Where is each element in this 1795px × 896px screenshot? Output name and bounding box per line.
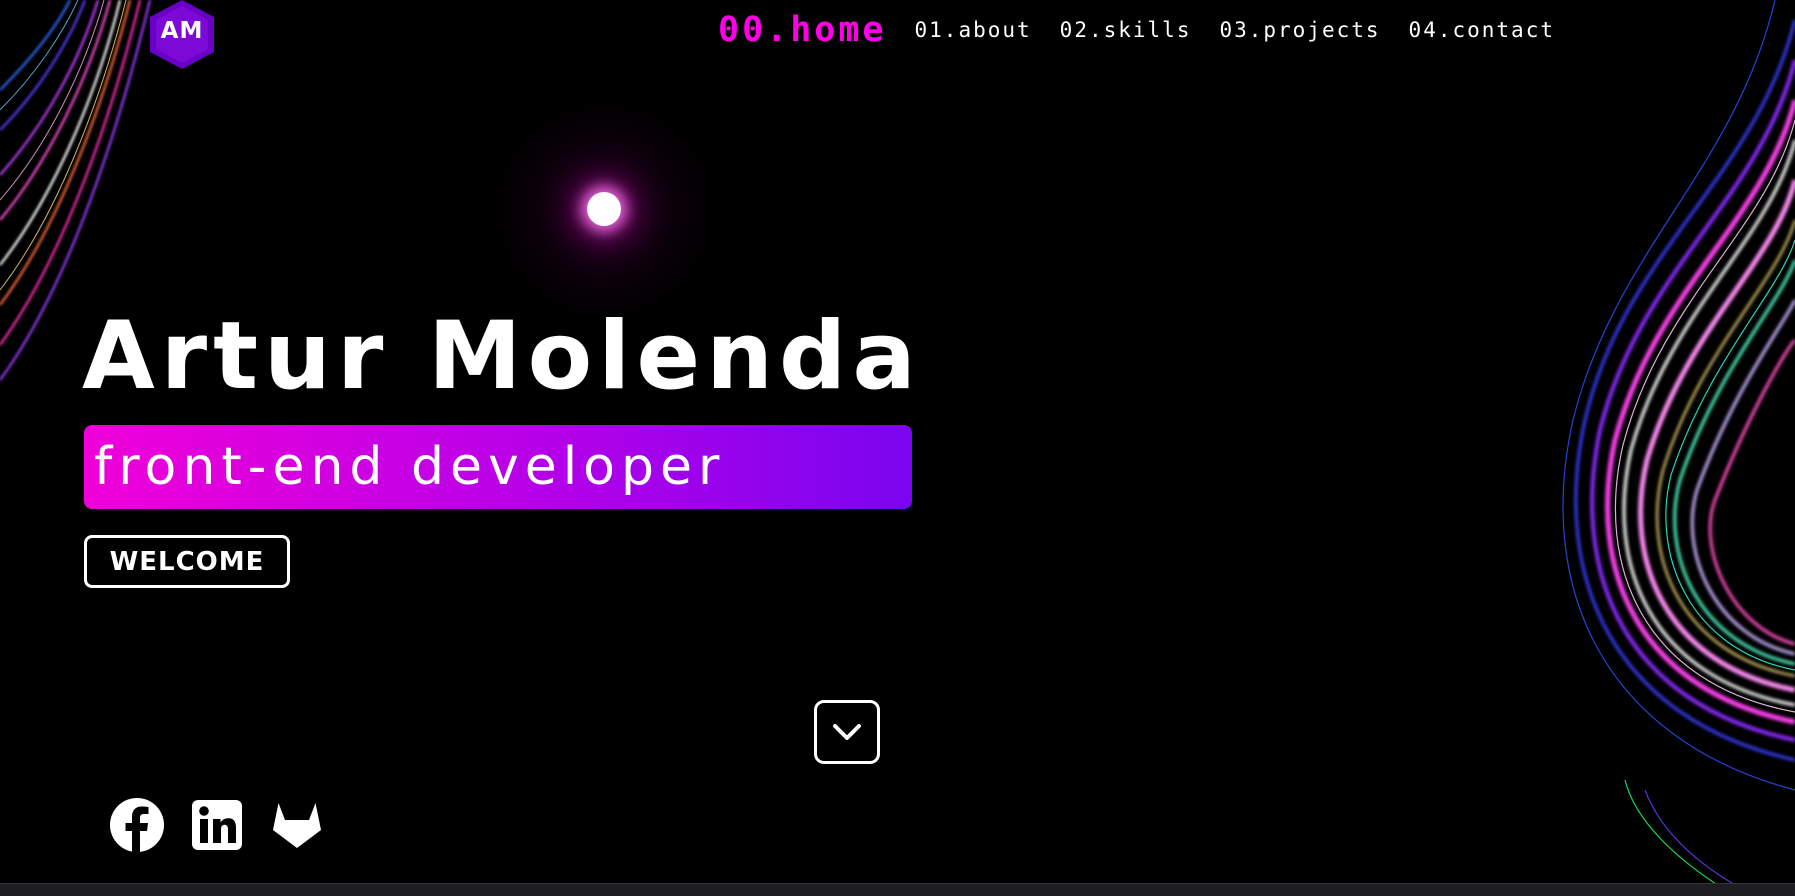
bottom-bar	[0, 883, 1795, 896]
nav-link-contact[interactable]: 04.contact	[1409, 18, 1555, 42]
gitlab-icon	[273, 803, 321, 848]
linkedin-link[interactable]	[190, 798, 244, 852]
nav-link-about[interactable]: 01.about	[915, 18, 1032, 42]
linkedin-icon	[192, 800, 242, 850]
orb-dot	[587, 192, 621, 226]
nav-link-projects[interactable]: 03.projects	[1219, 18, 1380, 42]
social-links	[110, 798, 324, 852]
scroll-down-button[interactable]	[814, 700, 880, 764]
logo[interactable]: AM	[148, 0, 216, 70]
chevron-down-icon	[833, 724, 861, 740]
facebook-link[interactable]	[110, 798, 164, 852]
nav-link-home[interactable]: 00.home	[718, 10, 887, 50]
main-nav: 00.home 01.about 02.skills 03.projects 0…	[718, 10, 1795, 50]
nav-link-skills[interactable]: 02.skills	[1060, 18, 1192, 42]
light-streaks-right	[1562, 0, 1795, 896]
gitlab-link[interactable]	[270, 798, 324, 852]
role-banner: front-end developer	[84, 425, 912, 509]
role-text: front-end developer	[94, 437, 726, 497]
hero-name: Artur Molenda	[82, 302, 922, 411]
logo-text: AM	[160, 18, 204, 44]
facebook-icon	[110, 798, 164, 852]
welcome-button[interactable]: WELCOME	[84, 535, 290, 588]
